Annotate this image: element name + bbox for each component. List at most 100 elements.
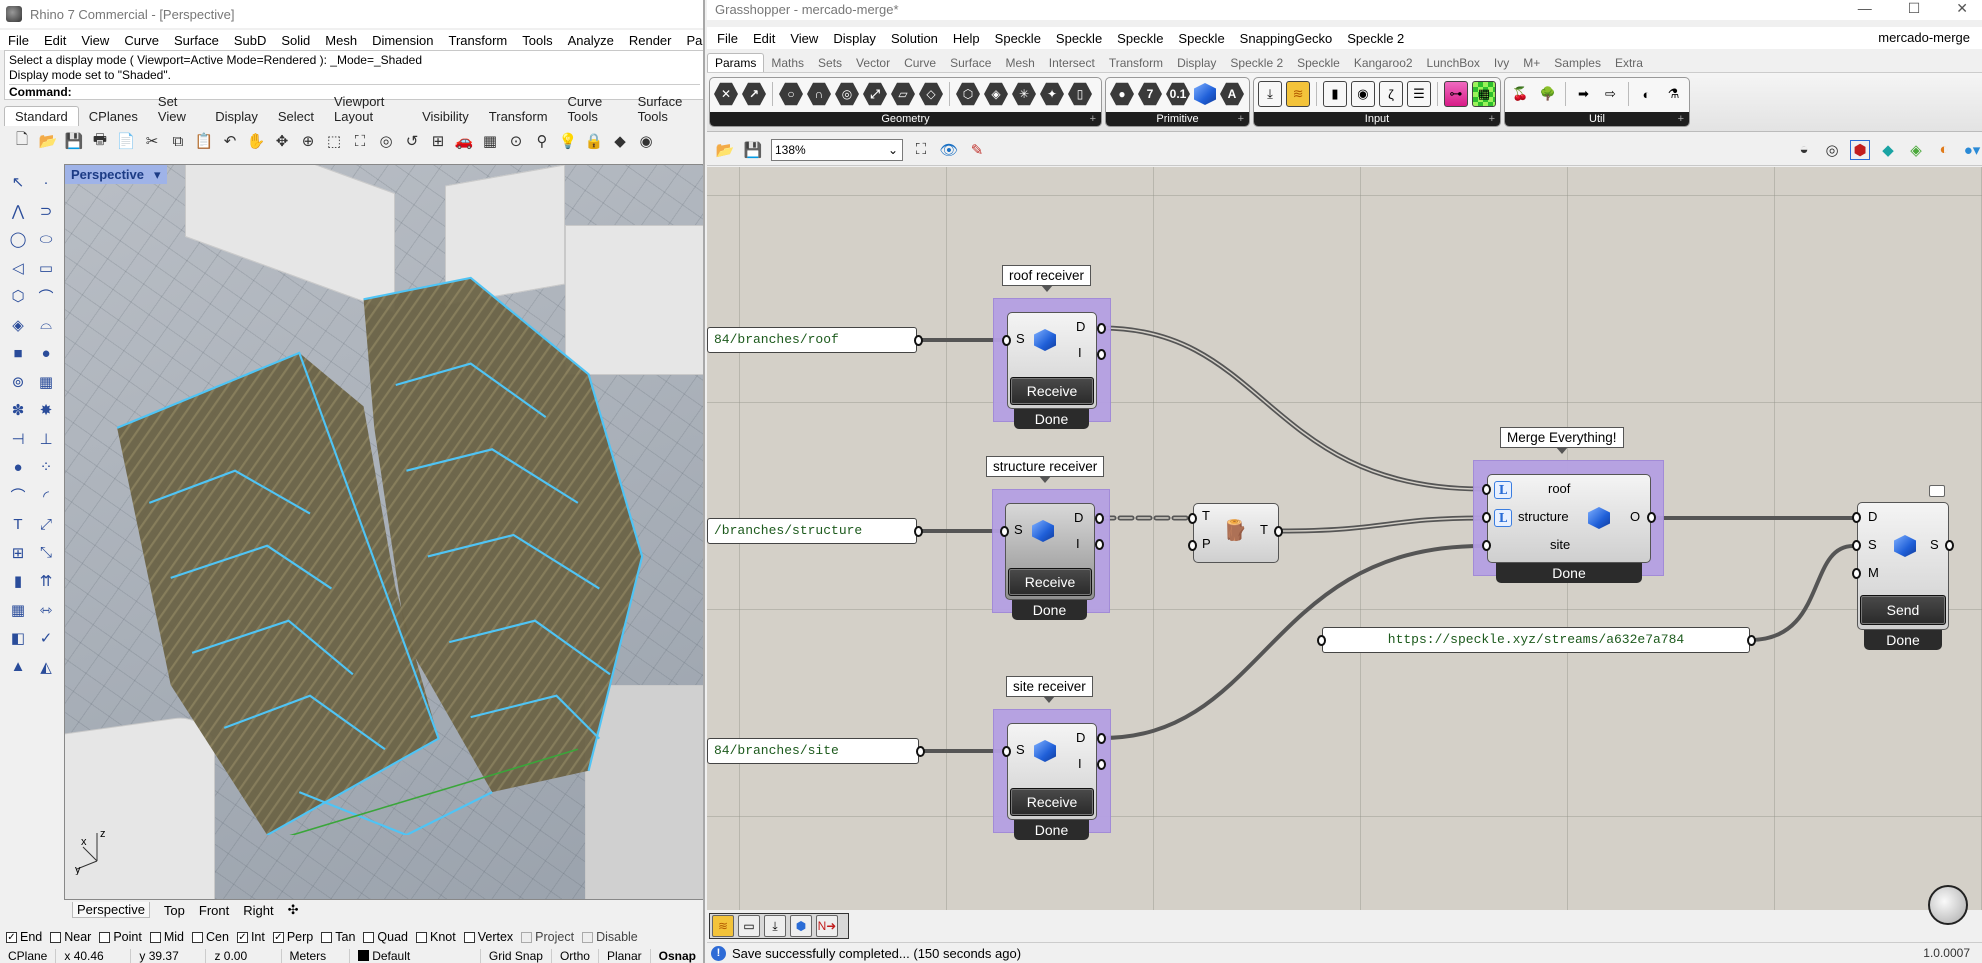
sketch-pen-icon[interactable]: ✎ — [967, 140, 987, 160]
expand-panel-icon[interactable]: + — [1489, 112, 1495, 126]
osnap-quad[interactable]: Quad — [363, 930, 408, 944]
status-ortho[interactable]: Ortho — [552, 948, 599, 963]
next-icon[interactable]: N➜ — [816, 915, 838, 937]
tab-kangaroo2[interactable]: Kangaroo2 — [1347, 54, 1420, 72]
menu-snappinggecko[interactable]: SnappingGecko — [1240, 31, 1333, 46]
menu-dimension[interactable]: Dimension — [372, 33, 433, 48]
new-icon[interactable]: 🗋 — [12, 131, 32, 151]
perspective-viewport[interactable]: Perspective ▾ z x y — [64, 164, 703, 900]
status-planar[interactable]: Planar — [599, 948, 651, 963]
output-grip[interactable] — [1097, 349, 1106, 360]
roof-receiver-component[interactable]: S D I Receive — [1007, 312, 1097, 409]
profiler-icon[interactable]: ≋ — [712, 915, 734, 937]
panel-roof-url[interactable]: 84/branches/roof — [707, 327, 917, 353]
paint-icon[interactable]: ◭ — [34, 655, 58, 679]
toolbar-tab-surface-tools[interactable]: Surface Tools — [628, 92, 703, 126]
tab-samples[interactable]: Samples — [1547, 54, 1608, 72]
input-grip[interactable] — [1002, 746, 1011, 757]
preview-selected-icon[interactable]: ◆ — [1878, 140, 1898, 160]
toolbar-tab-curve-tools[interactable]: Curve Tools — [558, 92, 628, 126]
graph-mapper-icon[interactable]: ≋ — [1286, 81, 1311, 107]
viewport-menu-caret-icon[interactable]: ▾ — [154, 167, 161, 183]
material-icon[interactable]: ◆ — [610, 131, 630, 151]
project-icon[interactable]: ⇈ — [34, 569, 58, 593]
extrude-icon[interactable]: ▮ — [6, 569, 30, 593]
input-grip[interactable] — [1002, 335, 1011, 346]
button-icon[interactable]: ◉ — [1350, 81, 1375, 107]
status-grid-snap[interactable]: Grid Snap — [481, 948, 552, 963]
trim-icon[interactable]: ⊣ — [6, 427, 30, 451]
preview-off-icon[interactable]: ◒ — [1794, 140, 1814, 160]
param-colour-icon[interactable] — [1194, 83, 1216, 105]
tab-curve[interactable]: Curve — [897, 54, 943, 72]
param-text-icon[interactable]: A — [1220, 82, 1244, 106]
surface-icon[interactable]: ◈ — [6, 313, 30, 337]
align-icon[interactable]: ⤓ — [764, 915, 786, 937]
receive-button[interactable]: Receive — [1010, 377, 1094, 405]
osnap-project[interactable]: Project — [521, 930, 574, 944]
param-boolean-icon[interactable]: ● — [1110, 82, 1134, 106]
mesh-icon[interactable]: ▦ — [34, 370, 58, 394]
toolbar-tab-visibility[interactable]: Visibility — [412, 107, 479, 126]
zoom-window-icon[interactable]: ⬚ — [324, 131, 344, 151]
checkbox[interactable]: ✓ — [6, 931, 17, 943]
menu-solid[interactable]: Solid — [281, 33, 310, 48]
output-grip[interactable] — [914, 526, 923, 537]
tab-speckle-2[interactable]: Speckle 2 — [1223, 54, 1290, 72]
status-osnap[interactable]: Osnap — [651, 949, 703, 963]
panel-structure-url[interactable]: /branches/structure — [707, 518, 917, 544]
param-arc-icon[interactable]: ∩ — [807, 82, 831, 106]
analyze-icon[interactable]: ◧ — [6, 626, 30, 650]
minimize-button[interactable]: — — [1858, 0, 1872, 20]
tree-icon[interactable]: 🌳 — [1536, 81, 1559, 107]
preview-settings-icon[interactable]: ●▾ — [1962, 140, 1982, 160]
polygon-icon[interactable]: ⬡ — [6, 284, 30, 308]
output-grip[interactable] — [1747, 635, 1756, 646]
offset-icon[interactable]: ⌒ — [6, 484, 30, 508]
color-wheel-icon[interactable]: ◉ — [636, 131, 656, 151]
menu-speckle[interactable]: Speckle — [995, 31, 1041, 46]
zoom-selected-icon[interactable]: ◎ — [376, 131, 396, 151]
receive-button[interactable]: Receive — [1008, 568, 1092, 596]
checkbox[interactable] — [192, 931, 203, 943]
viewport-tab-front[interactable]: Front — [199, 903, 229, 918]
param-vector-icon[interactable]: ↗ — [742, 82, 766, 106]
print-icon[interactable]: 🖶 — [90, 131, 110, 151]
rectangle-icon[interactable]: ▭ — [34, 256, 58, 280]
param-mesh-icon[interactable]: ✳ — [1012, 82, 1036, 106]
menu-file[interactable]: File — [717, 31, 738, 46]
tab-ivy[interactable]: Ivy — [1487, 54, 1516, 72]
site-receiver-component[interactable]: S D I Receive — [1007, 723, 1097, 820]
sender-component[interactable]: D S M S Send — [1857, 502, 1949, 630]
osnap-point[interactable]: Point — [99, 930, 142, 944]
input-grip[interactable] — [1482, 540, 1491, 551]
param-geometry-icon[interactable]: ▯ — [1068, 82, 1092, 106]
menu-mesh[interactable]: Mesh — [325, 33, 357, 48]
status-cplane[interactable]: CPlane — [0, 948, 57, 963]
data-input-icon[interactable]: ⤓ — [1258, 81, 1283, 107]
input-grip[interactable] — [1000, 526, 1009, 537]
osnap-mid[interactable]: Mid — [149, 930, 184, 944]
relay-icon[interactable]: ⇨ — [1599, 81, 1622, 107]
tab-maths[interactable]: Maths — [764, 54, 811, 72]
zoom-extents-icon[interactable]: ⛶ — [911, 140, 931, 160]
toolbar-tab-standard[interactable]: Standard — [4, 106, 79, 126]
viewport-tab-top[interactable]: Top — [164, 903, 185, 918]
toolbar-tab-viewport-layout[interactable]: Viewport Layout — [324, 92, 412, 126]
osnap-int[interactable]: ✓ Int — [236, 930, 265, 944]
checkbox[interactable]: ✓ — [236, 931, 248, 943]
tab-sets[interactable]: Sets — [811, 54, 849, 72]
text-icon[interactable]: T — [6, 512, 30, 536]
input-grip[interactable] — [1188, 513, 1197, 524]
toolbar-tab-transform[interactable]: Transform — [479, 107, 558, 126]
menu-view[interactable]: View — [790, 31, 818, 46]
param-point-icon[interactable]: ✕ — [714, 82, 738, 106]
structure-receiver-component[interactable]: S D I Receive — [1005, 503, 1095, 600]
checkbox[interactable] — [416, 931, 427, 943]
input-grip[interactable] — [1482, 512, 1491, 523]
send-button[interactable]: Send — [1860, 595, 1946, 625]
gumball-icon[interactable]: ⚲ — [532, 131, 552, 151]
param-rectangle-icon[interactable]: ◇ — [919, 82, 943, 106]
output-grip[interactable] — [1097, 323, 1106, 334]
param-brep-icon[interactable]: ◈ — [984, 82, 1008, 106]
